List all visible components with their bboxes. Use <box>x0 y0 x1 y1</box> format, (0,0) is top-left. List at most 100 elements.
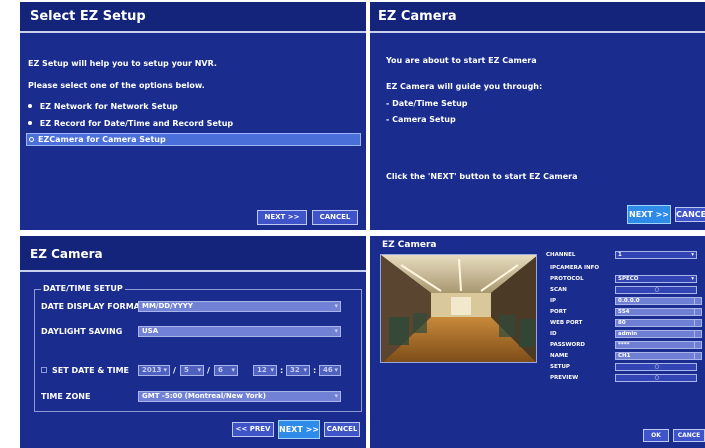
hour-value: 12 <box>257 366 267 374</box>
ok-button[interactable]: OK <box>643 429 669 442</box>
ip-field[interactable]: 0.0.0.0 <box>615 297 697 305</box>
spin-icon: ▾ <box>231 366 235 374</box>
password-label: PASSWORD <box>550 342 586 348</box>
camera-preview-image <box>380 254 537 363</box>
date-separator: / <box>173 366 176 375</box>
webport-side-button[interactable] <box>694 319 702 327</box>
password-side-button[interactable] <box>694 341 702 349</box>
panel-title: EZ Camera <box>30 247 103 261</box>
time-zone-select[interactable]: GMT -5:00 (Montreal/New York) ▾ <box>138 391 341 402</box>
id-side-button[interactable] <box>694 330 702 338</box>
title-bar: EZ Camera <box>20 236 366 272</box>
scan-button[interactable]: ○ <box>615 286 697 294</box>
time-zone-value: GMT -5:00 (Montreal/New York) <box>142 392 266 400</box>
dropdown-arrow-icon: ▾ <box>691 276 694 282</box>
port-side-button[interactable] <box>694 308 702 316</box>
instruction-text: Please select one of the options below. <box>28 81 205 90</box>
ez-camera-intro-panel: EZ Camera You are about to start EZ Came… <box>370 2 705 230</box>
title-bar: Select EZ Setup <box>20 2 366 33</box>
dropdown-arrow-icon: ▾ <box>334 392 338 400</box>
port-label: PORT <box>550 309 567 315</box>
year-value: 2013 <box>142 366 162 374</box>
hour-stepper[interactable]: 12 ▾ <box>253 365 277 376</box>
intro-text: You are about to start EZ Camera <box>386 56 537 65</box>
next-button[interactable]: NEXT >> <box>627 205 671 224</box>
name-label: NAME <box>550 353 569 359</box>
preview-button[interactable]: ○ <box>615 374 697 382</box>
setup-label: SETUP <box>550 364 570 370</box>
camera-setup-panel: EZ Camera CHANNEL 1 ▾ IPCAMERA INFO PROT… <box>370 236 705 448</box>
month-value: 5 <box>184 366 189 374</box>
minute-value: 32 <box>290 366 300 374</box>
option-ez-record[interactable]: EZ Record for Date/Time and Record Setup <box>28 119 233 128</box>
date-separator: / <box>207 366 210 375</box>
date-format-select[interactable]: MM/DD/YYYY ▾ <box>138 301 341 312</box>
id-field[interactable]: admin <box>615 330 697 338</box>
port-field[interactable]: 554 <box>615 308 697 316</box>
channel-select[interactable]: 1 ▾ <box>615 251 697 259</box>
minute-stepper[interactable]: 32 ▾ <box>286 365 310 376</box>
ip-side-button[interactable] <box>694 297 702 305</box>
second-value: 46 <box>323 366 333 374</box>
setup-button[interactable]: ○ <box>615 363 697 371</box>
cancel-button[interactable]: CANCEL <box>324 422 360 437</box>
date-format-value: MM/DD/YYYY <box>142 302 193 310</box>
option-ez-camera[interactable]: EZCamera for Camera Setup <box>26 133 361 146</box>
cancel-button[interactable]: CANCEL <box>312 210 358 225</box>
web-port-label: WEB PORT <box>550 320 583 326</box>
protocol-label: PROTOCOL <box>550 276 584 282</box>
web-port-field[interactable]: 80 <box>615 319 697 327</box>
preview-icon: ○ <box>654 375 660 381</box>
set-date-label: SET DATE & TIME <box>52 366 130 375</box>
next-button[interactable]: NEXT >> <box>278 420 320 439</box>
name-field[interactable]: CH1 <box>615 352 697 360</box>
option-ez-network[interactable]: EZ Network for Network Setup <box>28 102 178 111</box>
spin-icon: ▾ <box>197 366 201 374</box>
option-label: EZ Network for Network Setup <box>39 102 178 111</box>
spin-icon: ▾ <box>163 366 167 374</box>
daylight-saving-select[interactable]: USA ▾ <box>138 326 341 337</box>
day-value: 6 <box>218 366 223 374</box>
password-field[interactable]: **** <box>615 341 697 349</box>
next-button[interactable]: NEXT >> <box>257 210 307 225</box>
scan-icon: ○ <box>654 287 660 293</box>
cancel-button[interactable]: CANCE <box>675 207 705 222</box>
protocol-select[interactable]: SPECO ▾ <box>615 275 697 283</box>
spin-icon: ▾ <box>303 366 307 374</box>
option-label: EZ Record for Date/Time and Record Setup <box>39 119 234 128</box>
channel-label: CHANNEL <box>546 252 576 258</box>
dropdown-arrow-icon: ▾ <box>334 302 338 310</box>
dropdown-arrow-icon: ▾ <box>691 252 694 258</box>
daylight-saving-value: USA <box>142 327 159 335</box>
time-separator: : <box>280 366 284 375</box>
month-stepper[interactable]: 5 ▾ <box>180 365 204 376</box>
set-date-checkbox[interactable] <box>41 367 47 373</box>
cancel-button[interactable]: CANCE <box>673 429 705 442</box>
time-zone-label: TIME ZONE <box>41 392 91 401</box>
daylight-saving-label: DAYLIGHT SAVING <box>41 327 123 336</box>
ip-label: IP <box>550 298 557 304</box>
option-label: EZCamera for Camera Setup <box>38 135 166 144</box>
id-label: ID <box>550 331 557 337</box>
channel-value: 1 <box>618 252 622 258</box>
select-ez-setup-panel: Select EZ Setup EZ Setup will help you t… <box>20 2 366 230</box>
day-stepper[interactable]: 6 ▾ <box>214 365 238 376</box>
preview-label: PREVIEW <box>550 375 579 381</box>
spin-icon: ▾ <box>270 366 274 374</box>
guide-item-camera: - Camera Setup <box>386 115 456 124</box>
prev-button[interactable]: << PREV <box>232 422 274 437</box>
museum-hall-picture <box>381 255 536 362</box>
start-instruction: Click the 'NEXT' button to start EZ Came… <box>386 172 578 181</box>
name-side-button[interactable] <box>694 352 702 360</box>
second-stepper[interactable]: 46 ▾ <box>319 365 341 376</box>
protocol-value: SPECO <box>618 276 639 282</box>
year-stepper[interactable]: 2013 ▾ <box>138 365 170 376</box>
group-title: DATE/TIME SETUP <box>41 284 125 293</box>
setup-icon: ○ <box>654 364 660 370</box>
guide-item-datetime: - Date/Time Setup <box>386 99 468 108</box>
panel-title: Select EZ Setup <box>30 9 146 24</box>
panel-title: EZ Camera <box>382 240 437 250</box>
title-bar: EZ Camera <box>370 2 705 33</box>
ipcamera-info-header: IPCAMERA INFO <box>550 265 600 271</box>
date-time-setup-panel: EZ Camera DATE/TIME SETUP DATE DISPLAY F… <box>20 236 366 448</box>
